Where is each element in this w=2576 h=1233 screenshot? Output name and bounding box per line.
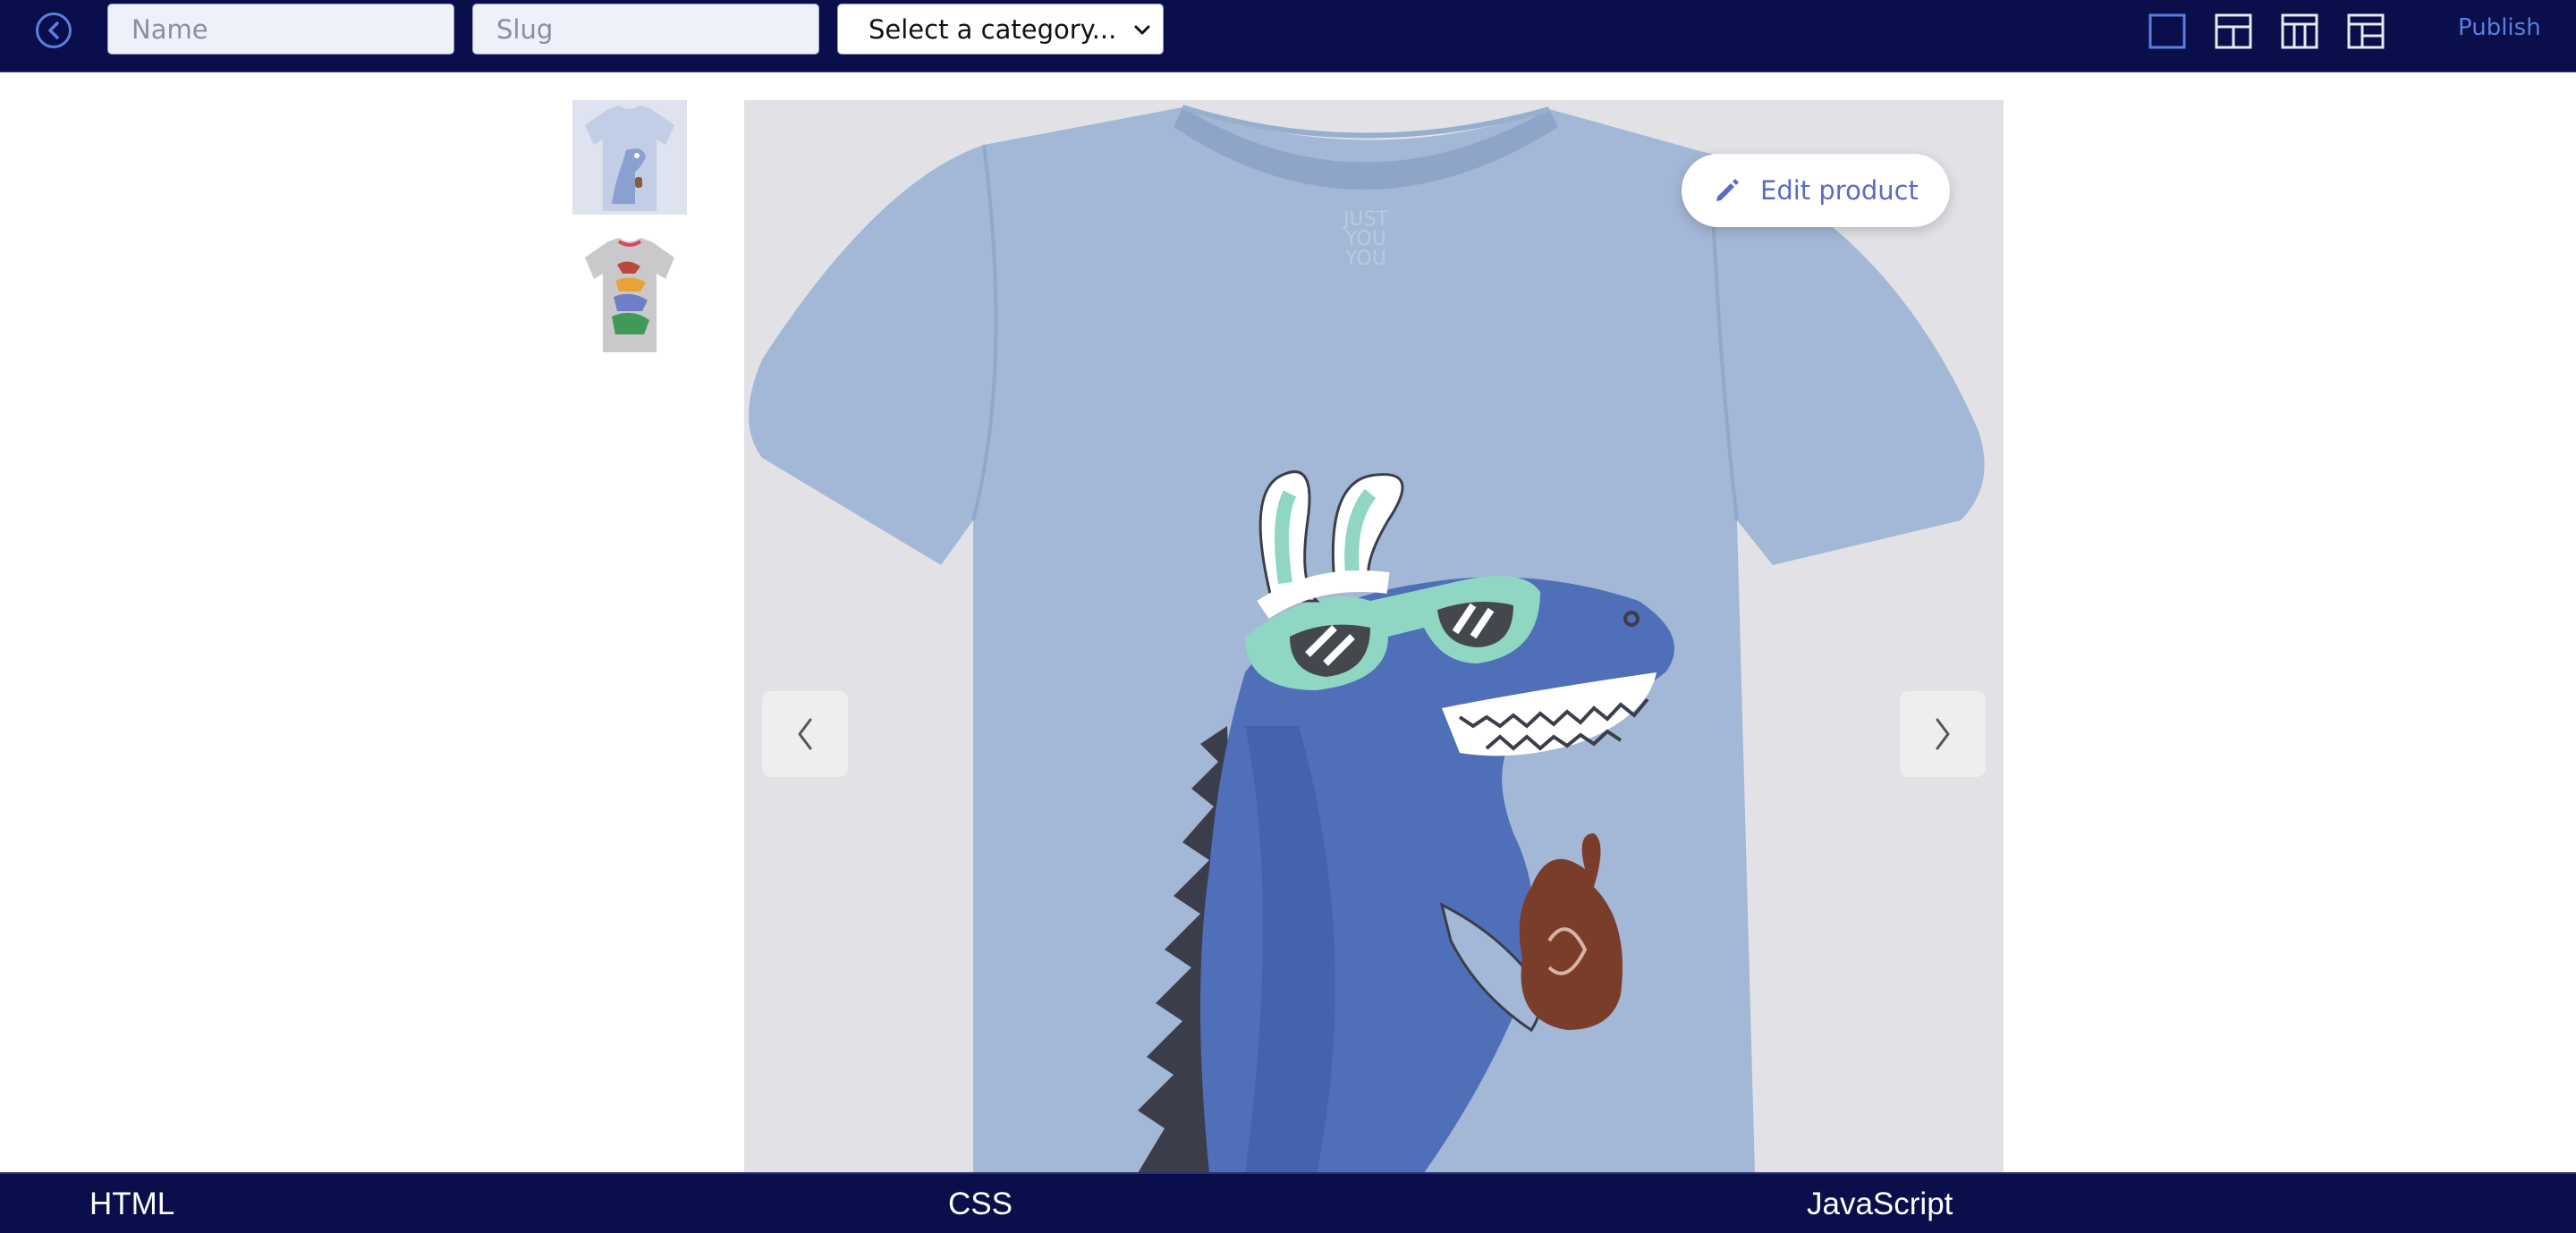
chevron-down-icon [1134, 25, 1150, 35]
tab-html[interactable]: HTML [89, 1187, 174, 1222]
chevron-left-icon [798, 718, 812, 750]
t-shirt-dino-blue-image [572, 100, 687, 215]
pencil-icon [1716, 179, 1739, 201]
edit-product-label: Edit product [1760, 175, 1919, 206]
svg-text:YOU: YOU [1344, 248, 1386, 270]
t-shirt-dino-gray-image [585, 238, 674, 352]
chevron-right-icon [1936, 718, 1950, 750]
chevron-left-icon [48, 21, 59, 39]
publish-button[interactable]: Publish [2458, 14, 2541, 41]
name-input[interactable] [107, 4, 454, 55]
category-select[interactable]: Select a category... [837, 4, 1164, 55]
top-toolbar: Select a category... Publish [0, 0, 2576, 72]
product-main-image: JUST YOU YOU [744, 100, 2004, 1173]
previous-image-button[interactable] [762, 691, 848, 777]
product-thumbnail-2[interactable] [572, 238, 687, 352]
sidebar-layout-icon[interactable] [2347, 13, 2385, 50]
tab-css[interactable]: CSS [948, 1187, 1013, 1222]
back-button[interactable] [36, 13, 72, 48]
single-column-layout-icon[interactable] [2148, 13, 2186, 50]
edit-product-button[interactable]: Edit product [1682, 154, 1950, 227]
code-tabs-bar: HTML CSS JavaScript [0, 1172, 2576, 1233]
slug-input[interactable] [472, 4, 819, 55]
next-image-button[interactable] [1900, 691, 1986, 777]
category-select-value: Select a category... [869, 13, 1117, 45]
t-shirt-dino-blue-image: JUST YOU YOU [744, 100, 2004, 1173]
product-thumbnail-1[interactable] [572, 100, 687, 215]
tab-javascript[interactable]: JavaScript [1807, 1187, 1953, 1222]
three-column-layout-icon[interactable] [2281, 13, 2318, 50]
header-split-layout-icon[interactable] [2215, 13, 2252, 50]
